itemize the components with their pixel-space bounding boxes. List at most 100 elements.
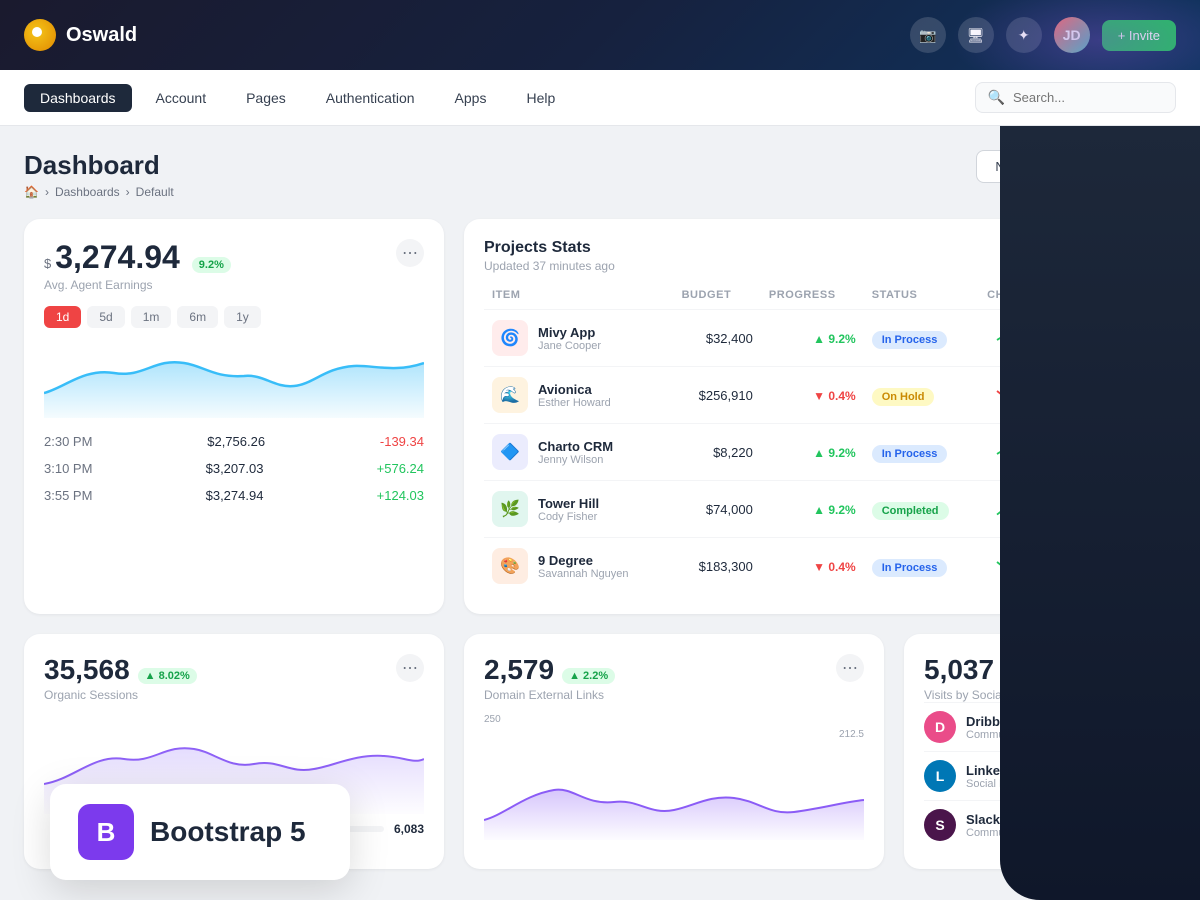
secondary-nav: Dashboards Account Pages Authentication …	[0, 70, 1200, 126]
time-btn-1y[interactable]: 1y	[224, 306, 261, 328]
project-name: Mivy App	[538, 325, 601, 340]
time-btn-5d[interactable]: 5d	[87, 306, 124, 328]
col-status: STATUS	[864, 289, 979, 310]
project-status: Completed	[864, 481, 979, 538]
project-emoji: 🌊	[500, 385, 520, 405]
domain-card: 2,579 ▲ 2.2% Domain External Links ⋯ 250…	[464, 634, 884, 869]
stat-time-1: 2:30 PM	[44, 434, 92, 449]
organic-more-button[interactable]: ⋯	[396, 654, 424, 682]
search-icon: 🔍	[988, 89, 1005, 106]
project-progress: ▼ 0.4%	[761, 367, 864, 424]
stat-change-2: +576.24	[377, 461, 424, 476]
chart-label-2125: 212.5	[839, 729, 864, 740]
stat-row-1: 2:30 PM $2,756.26 -139.34	[44, 428, 424, 455]
app-name: Oswald	[66, 24, 137, 47]
col-budget: BUDGET	[674, 289, 761, 310]
domain-value: 2,579	[484, 654, 554, 686]
topbar: Oswald 📷 🖥 ✦ JD + Invite	[0, 0, 1200, 70]
earnings-label: Avg. Agent Earnings	[44, 278, 231, 292]
invite-button[interactable]: + Invite	[1102, 20, 1176, 51]
domain-label: Domain External Links	[484, 688, 615, 702]
avatar[interactable]: JD	[1054, 17, 1090, 53]
domain-more-button[interactable]: ⋯	[836, 654, 864, 682]
project-budget: $256,910	[674, 367, 761, 424]
project-emoji: 🎨	[500, 556, 520, 576]
breadcrumb-home-icon: 🏠	[24, 185, 39, 199]
bootstrap-icon: B	[78, 804, 134, 860]
time-btn-1m[interactable]: 1m	[131, 306, 172, 328]
earnings-more-button[interactable]: ⋯	[396, 239, 424, 267]
nav-item-pages[interactable]: Pages	[230, 84, 302, 112]
project-item-cell: 🌀 Mivy App Jane Cooper	[484, 310, 674, 367]
time-btn-6m[interactable]: 6m	[177, 306, 218, 328]
earnings-card: $ 3,274.94 9.2% Avg. Agent Earnings ⋯ 1d…	[24, 219, 444, 614]
monitor-icon[interactable]: 🖥	[958, 17, 994, 53]
project-progress: ▲ 9.2%	[761, 481, 864, 538]
project-emoji: 🌀	[500, 328, 520, 348]
project-status: In Process	[864, 310, 979, 367]
project-emoji: 🌿	[500, 499, 520, 519]
dark-overlay	[1000, 70, 1200, 900]
stat-time-2: 3:10 PM	[44, 461, 92, 476]
page-title: Dashboard	[24, 150, 174, 181]
nav-item-help[interactable]: Help	[510, 84, 571, 112]
earnings-chart	[44, 338, 424, 418]
bootstrap-overlay: B Bootstrap 5	[50, 784, 350, 880]
project-status: In Process	[864, 424, 979, 481]
social-value: 5,037	[924, 654, 994, 686]
project-name: Avionica	[538, 382, 611, 397]
earnings-value: 3,274.94	[55, 239, 180, 276]
project-person: Jenny Wilson	[538, 454, 613, 466]
social-network-icon: L	[924, 760, 956, 792]
breadcrumb-separator2: ›	[126, 185, 130, 199]
stat-row-2: 3:10 PM $3,207.03 +576.24	[44, 455, 424, 482]
breadcrumb: 🏠 › Dashboards › Default	[24, 185, 174, 199]
time-filter-buttons: 1d 5d 1m 6m 1y	[44, 306, 424, 328]
project-budget: $32,400	[674, 310, 761, 367]
stat-change-3: +124.03	[377, 488, 424, 503]
project-item-cell: 🌊 Avionica Esther Howard	[484, 367, 674, 424]
breadcrumb-dashboards: Dashboards	[55, 185, 120, 199]
logo: Oswald	[24, 19, 137, 51]
breadcrumb-default: Default	[136, 185, 174, 199]
project-name: Tower Hill	[538, 496, 599, 511]
share-icon[interactable]: ✦	[1006, 17, 1042, 53]
project-name: Charto CRM	[538, 439, 613, 454]
earnings-stats: 2:30 PM $2,756.26 -139.34 3:10 PM $3,207…	[44, 428, 424, 509]
nav-item-authentication[interactable]: Authentication	[310, 84, 431, 112]
stat-time-3: 3:55 PM	[44, 488, 92, 503]
project-name: 9 Degree	[538, 553, 629, 568]
col-item: ITEM	[484, 289, 674, 310]
project-emoji: 🔷	[500, 442, 520, 462]
project-status: On Hold	[864, 367, 979, 424]
project-budget: $183,300	[674, 538, 761, 595]
status-badge: Completed	[872, 502, 949, 520]
organic-badge: ▲ 8.02%	[138, 668, 197, 684]
stat-val-2: $3,207.03	[206, 461, 264, 476]
organic-header: 35,568 ▲ 8.02% Organic Sessions ⋯	[44, 654, 424, 702]
project-person: Cody Fisher	[538, 511, 599, 523]
nav-item-dashboards[interactable]: Dashboards	[24, 84, 132, 112]
project-person: Jane Cooper	[538, 340, 601, 352]
status-badge: In Process	[872, 331, 948, 349]
project-person: Esther Howard	[538, 397, 611, 409]
domain-header: 2,579 ▲ 2.2% Domain External Links ⋯	[484, 654, 864, 702]
nav-item-apps[interactable]: Apps	[439, 84, 503, 112]
search-area[interactable]: 🔍	[975, 82, 1176, 113]
search-input[interactable]	[1013, 90, 1163, 105]
domain-chart: 250 212.5	[484, 714, 864, 845]
stat-change-1: -139.34	[380, 434, 424, 449]
time-btn-1d[interactable]: 1d	[44, 306, 81, 328]
project-item-cell: 🔷 Charto CRM Jenny Wilson	[484, 424, 674, 481]
project-progress: ▲ 9.2%	[761, 424, 864, 481]
topbar-actions: 📷 🖥 ✦ JD + Invite	[910, 17, 1176, 53]
organic-label: Organic Sessions	[44, 688, 197, 702]
stat-val-3: $3,274.94	[206, 488, 264, 503]
project-progress: ▼ 0.4%	[761, 538, 864, 595]
camera-icon[interactable]: 📷	[910, 17, 946, 53]
status-badge: On Hold	[872, 388, 935, 406]
project-budget: $8,220	[674, 424, 761, 481]
nav-item-account[interactable]: Account	[140, 84, 223, 112]
organic-value: 35,568	[44, 654, 130, 686]
domain-badge: ▲ 2.2%	[562, 668, 615, 684]
